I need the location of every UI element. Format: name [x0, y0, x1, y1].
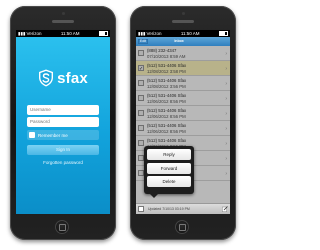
- remember-label: Remember me: [38, 132, 68, 138]
- remember-me-toggle[interactable]: Remember me: [27, 130, 99, 140]
- signal-icon: ▮▮▮: [138, 31, 146, 36]
- sign-in-button[interactable]: Sign In: [27, 145, 99, 155]
- signal-icon: ▮▮▮: [18, 31, 26, 36]
- clock: 11:50 AM: [60, 31, 80, 36]
- app-showcase: ▮▮▮ Verizon 11:50 AM sfax Username Remem…: [0, 0, 246, 250]
- delete-button[interactable]: Delete: [147, 176, 191, 187]
- shield-s-icon: [39, 69, 54, 87]
- inbox-screen: ▮▮▮ Verizon 11:50 AM Edit Inbox (888) 23…: [136, 30, 230, 214]
- phone-login: ▮▮▮ Verizon 11:50 AM sfax Username Remem…: [10, 6, 116, 240]
- phone-inbox: ▮▮▮ Verizon 11:50 AM Edit Inbox (888) 23…: [130, 6, 236, 240]
- login-screen: ▮▮▮ Verizon 11:50 AM sfax Username Remem…: [16, 30, 110, 214]
- forgot-password-link[interactable]: Forgotten password: [16, 160, 110, 165]
- username-field[interactable]: [27, 105, 99, 115]
- home-button[interactable]: [175, 220, 189, 234]
- select-all-checkbox[interactable]: [138, 206, 144, 212]
- battery-icon: [218, 31, 228, 36]
- password-field[interactable]: [27, 117, 99, 127]
- forward-button[interactable]: Forward: [147, 162, 191, 174]
- edit-button[interactable]: Edit: [138, 39, 148, 44]
- navigation-bar: Edit Inbox: [136, 37, 230, 46]
- front-camera: [62, 12, 65, 15]
- status-bar: ▮▮▮ Verizon 11:50 AM: [16, 30, 110, 37]
- compose-icon[interactable]: [222, 206, 228, 212]
- earpiece-speaker: [52, 20, 74, 23]
- home-button[interactable]: [55, 220, 69, 234]
- page-title: Inbox: [174, 39, 184, 43]
- earpiece-speaker: [172, 20, 194, 23]
- remember-checkbox[interactable]: [29, 132, 35, 138]
- login-panel: sfax Remember me Sign In Forgotten passw…: [16, 37, 110, 214]
- update-status: Updated 7/10/13 03:19 PM: [148, 207, 190, 211]
- status-bar: ▮▮▮ Verizon 11:50 AM: [136, 30, 230, 37]
- brand-name: sfax: [57, 69, 88, 87]
- brand-logo: sfax: [16, 69, 110, 87]
- bottom-toolbar: Updated 7/10/13 03:19 PM: [136, 203, 230, 214]
- carrier-label: ▮▮▮ Verizon: [18, 31, 42, 36]
- clock: 11:50 AM: [180, 31, 200, 36]
- carrier-label: ▮▮▮ Verizon: [138, 31, 162, 36]
- reply-button[interactable]: Reply: [147, 149, 191, 160]
- front-camera: [182, 12, 185, 15]
- action-menu: Reply Forward Delete: [144, 146, 194, 198]
- battery-icon: [98, 31, 108, 36]
